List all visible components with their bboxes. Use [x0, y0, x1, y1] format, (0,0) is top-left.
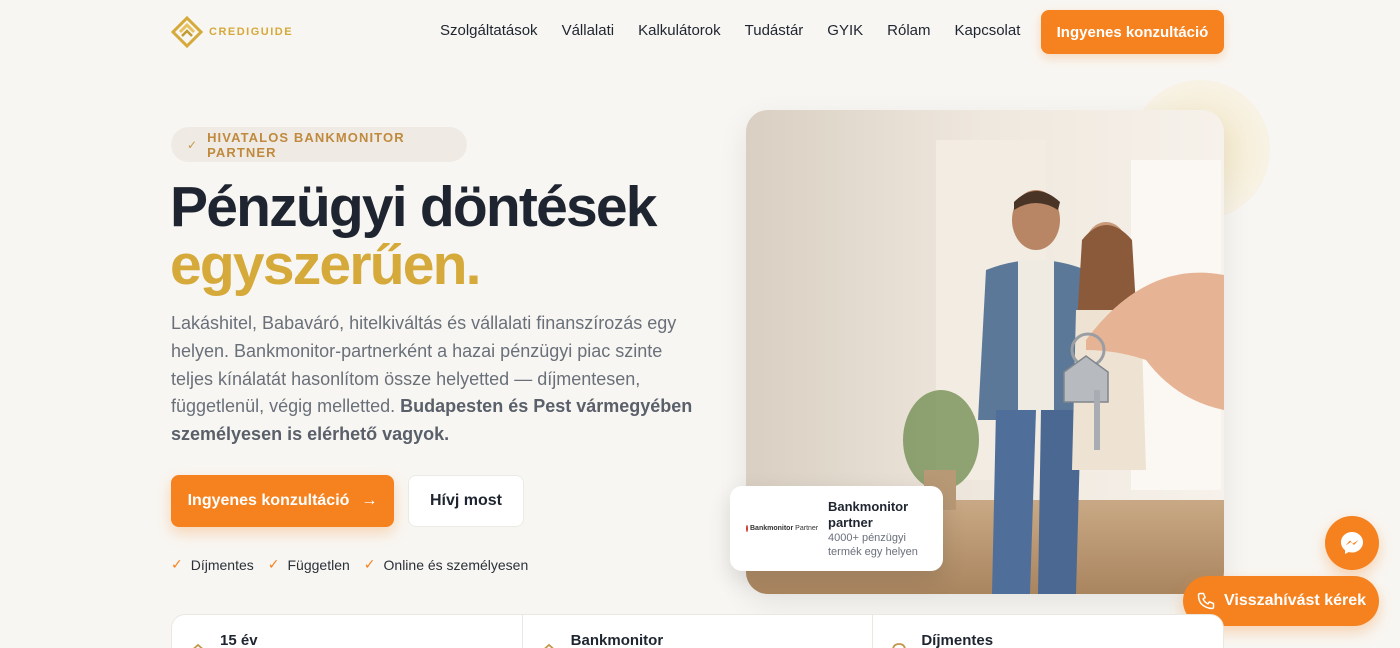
site-header: CREDIGUIDE Szolgáltatások Vállalati Kalk…: [0, 0, 1400, 64]
feature-list: ✓ Díjmentes ✓ Független ✓ Online és szem…: [171, 556, 528, 573]
partner-card-subtitle: 4000+ pénzügyi termék egy helyen: [828, 531, 918, 558]
bankmonitor-logo-text: Bankmonitor: [750, 525, 794, 532]
consultation-button-label: Ingyenes konzultáció: [187, 492, 350, 509]
header-consultation-button[interactable]: Ingyenes konzultáció: [1041, 10, 1224, 54]
partner-badge: ✓ HIVATALOS BANKMONITOR PARTNER: [171, 127, 467, 162]
call-now-button[interactable]: Hívj most: [408, 475, 524, 527]
nav-item-faq[interactable]: GYIK: [827, 22, 863, 39]
feature-label: Független: [287, 556, 350, 573]
bankmonitor-partner-card: Bankmonitor Partner Bankmonitor partner …: [730, 486, 943, 571]
feature-label: Díjmentes: [190, 556, 254, 573]
nav-item-services[interactable]: Szolgáltatások: [440, 22, 538, 39]
nav-item-calculators[interactable]: Kalkulátorok: [638, 22, 721, 39]
stat-item: Díjmentes: [873, 615, 1223, 648]
callback-label: Visszahívást kérek: [1223, 592, 1367, 609]
stat-item: Bankmonitor: [523, 615, 874, 648]
consultation-button[interactable]: Ingyenes konzultáció →: [171, 475, 394, 527]
nav-item-about[interactable]: Rólam: [887, 22, 930, 39]
check-icon: ✓: [267, 556, 280, 572]
phone-icon: [1197, 592, 1215, 610]
messenger-chat-button[interactable]: [1325, 516, 1379, 570]
stat-title: Bankmonitor: [570, 632, 664, 648]
feature-label: Online és személyesen: [383, 556, 529, 573]
partner-card-text: Bankmonitor partner 4000+ pénzügyi termé…: [828, 499, 931, 559]
brand-name: CREDIGUIDE: [209, 26, 294, 38]
check-icon: ✓: [171, 556, 183, 572]
stat-item: 15 év: [172, 615, 523, 648]
check-icon: ✓: [187, 137, 198, 152]
logo-icon: [171, 16, 203, 48]
headline-line-1: Pénzügyi döntések: [170, 175, 657, 239]
hero-lead: Lakáshitel, Babaváró, hitelkiváltás és v…: [171, 310, 701, 449]
brand-logo[interactable]: CREDIGUIDE: [171, 16, 293, 48]
arrow-right-icon: →: [361, 492, 378, 509]
main-nav: Szolgáltatások Vállalati Kalkulátorok Tu…: [440, 22, 1020, 39]
house-icon: [543, 643, 554, 648]
location-icon: [892, 643, 907, 648]
stat-title: 15 év: [220, 632, 258, 648]
nav-item-knowledge[interactable]: Tudástár: [745, 22, 804, 39]
nav-item-business[interactable]: Vállalati: [562, 22, 615, 39]
partner-badge-label: HIVATALOS BANKMONITOR PARTNER: [207, 129, 405, 160]
stats-strip: 15 év Bankmonitor Díjmentes: [171, 614, 1224, 648]
stat-title: Díjmentes: [921, 632, 994, 648]
nav-item-contact[interactable]: Kapcsolat: [955, 22, 1021, 39]
feature-item: ✓ Online és személyesen: [364, 556, 528, 573]
partner-card-title: Bankmonitor partner: [828, 498, 909, 530]
headline-line-2: egyszerűen.: [170, 233, 481, 297]
messenger-icon: [1341, 532, 1363, 554]
feature-item: ✓ Független: [268, 556, 350, 573]
feature-item: ✓ Díjmentes: [171, 556, 254, 573]
bankmonitor-logo: Bankmonitor Partner: [746, 525, 819, 532]
hero-headline: Pénzügyi döntések egyszerűen.: [170, 175, 657, 297]
check-icon: ✓: [363, 556, 376, 572]
bankmonitor-logo-suffix: Partner: [795, 525, 819, 532]
house-icon: [193, 643, 203, 648]
